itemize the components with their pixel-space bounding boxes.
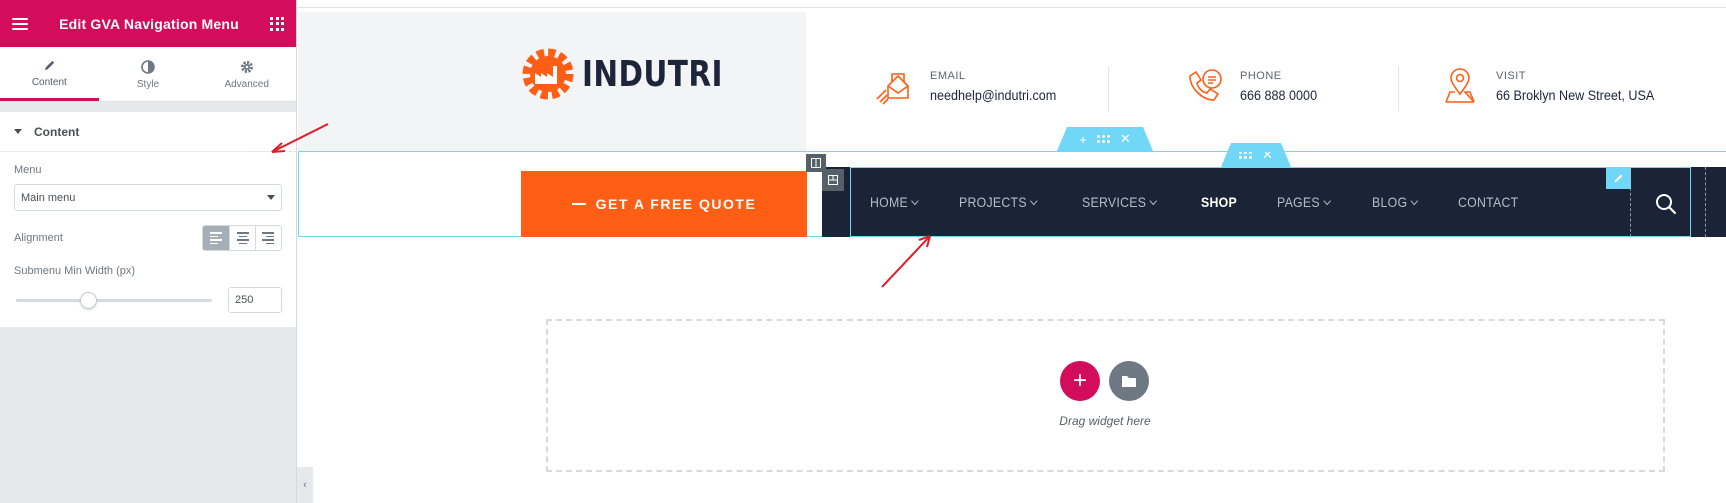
section-title: Content: [34, 124, 80, 139]
pencil-icon: [1614, 174, 1623, 182]
phone-label: PHONE: [1240, 69, 1282, 82]
tab-content-label: Content: [31, 77, 67, 88]
red-arrow-to-navbar: [881, 235, 931, 288]
nav-label: CONTACT: [1457, 194, 1519, 210]
info-divider: [1108, 66, 1109, 111]
panel-tabs: Content Style Advanced: [0, 47, 296, 102]
drop-area-hint: Drag widget here: [1059, 414, 1151, 428]
tab-style-label: Style: [136, 78, 160, 90]
drag-handle-icon[interactable]: [1097, 135, 1110, 143]
tab-style[interactable]: Style: [99, 47, 198, 101]
nav-label: HOME: [870, 194, 909, 210]
section-content-toggle[interactable]: Content: [0, 112, 296, 152]
dash-icon: [571, 203, 586, 205]
tab-advanced-label: Advanced: [224, 78, 269, 90]
search-icon[interactable]: [1655, 193, 1677, 215]
tab-content[interactable]: Content: [0, 47, 99, 101]
nav-item-blog[interactable]: BLOG: [1371, 194, 1418, 210]
submenu-width-input[interactable]: 250: [228, 287, 282, 313]
editor-panel: Edit GVA Navigation Menu Content Style A…: [0, 0, 297, 503]
panel-collapse-toggle[interactable]: ‹: [297, 467, 313, 503]
visit-label: VISIT: [1496, 69, 1527, 82]
email-value[interactable]: needhelp@indutri.com: [930, 87, 1056, 103]
nav-item-home[interactable]: HOME: [870, 194, 919, 210]
nav-label: SHOP: [1201, 194, 1238, 210]
alignment-label: Alignment: [14, 232, 63, 244]
menu-label: Menu: [14, 164, 42, 176]
panel-header: Edit GVA Navigation Menu: [0, 0, 296, 47]
chevron-down-icon: [1030, 196, 1038, 205]
nav-label: SERVICES: [1082, 194, 1147, 210]
add-section-button[interactable]: +: [1060, 361, 1100, 401]
column-handle[interactable]: [822, 169, 844, 191]
nav-label: PAGES: [1277, 194, 1320, 210]
panel-title: Edit GVA Navigation Menu: [59, 15, 239, 32]
envelope-icon: [876, 73, 909, 105]
submenu-width-label: Submenu Min Width (px): [14, 265, 136, 277]
info-email: EMAIL needhelp@indutri.com: [874, 66, 1070, 106]
nav-item-projects[interactable]: PROJECTS: [959, 194, 1038, 210]
nav-column-divider: [1705, 167, 1706, 237]
nav-item-shop[interactable]: SHOP: [1201, 194, 1237, 210]
phone-value[interactable]: 666 888 0000: [1240, 87, 1317, 103]
tab-advanced[interactable]: Advanced: [197, 47, 296, 101]
info-phone: PHONE 666 888 0000: [1184, 66, 1326, 106]
controls-group: Menu Main menu Alignment Submenu Min Wid…: [0, 152, 296, 327]
menu-icon[interactable]: [12, 17, 28, 30]
phone-chat-icon: [1189, 69, 1222, 101]
chevron-down-icon: [911, 196, 919, 205]
site-logo[interactable]: INDUTRI: [520, 46, 754, 102]
align-right-button[interactable]: [255, 226, 281, 250]
delete-section-icon[interactable]: ✕: [1120, 131, 1131, 147]
slider-handle[interactable]: [80, 291, 97, 309]
map-pin-icon: [1445, 68, 1475, 103]
add-template-button[interactable]: [1109, 361, 1149, 401]
caret-down-icon: [14, 129, 22, 134]
widgets-grid-icon[interactable]: [270, 16, 284, 31]
nav-item-services[interactable]: SERVICES: [1082, 194, 1158, 210]
nav-menu: HOME PROJECTS SERVICES SHOP PAGES BLOG C…: [870, 167, 1562, 237]
columns-icon: [811, 158, 821, 168]
menu-select[interactable]: Main menu: [14, 184, 282, 211]
widget-drop-area[interactable]: [546, 319, 1665, 472]
section-handle[interactable]: + ✕: [1057, 127, 1153, 151]
submenu-width-control: 250: [14, 287, 282, 313]
visit-value: 66 Broklyn New Street, USA: [1496, 86, 1655, 103]
logo-wordmark: INDUTRI: [582, 53, 723, 95]
alignment-control: Alignment: [14, 225, 282, 251]
menu-select-value: Main menu: [21, 191, 76, 204]
email-label: EMAIL: [930, 69, 966, 82]
factory-gear-icon: [522, 48, 574, 100]
dropdown-arrow-icon: [267, 195, 275, 200]
canvas-top-border: [298, 7, 1726, 8]
edit-widget-handle[interactable]: [1606, 167, 1631, 189]
nav-item-contact[interactable]: CONTACT: [1458, 194, 1518, 210]
nav-label: BLOG: [1371, 194, 1408, 210]
nav-item-pages[interactable]: PAGES: [1277, 194, 1331, 210]
get-quote-button[interactable]: GET A FREE QUOTE: [521, 171, 807, 237]
info-visit: VISIT 66 Broklyn New Street, USA: [1440, 66, 1672, 106]
alignment-button-group: [202, 225, 282, 251]
chevron-down-icon: [1410, 196, 1418, 205]
pencil-icon: [41, 57, 57, 73]
columns-icon: [828, 175, 838, 185]
info-divider: [1398, 66, 1399, 111]
chevron-down-icon: [1149, 196, 1158, 205]
align-center-button[interactable]: [229, 226, 255, 250]
submenu-width-slider[interactable]: [16, 291, 212, 309]
add-section-icon[interactable]: +: [1079, 132, 1087, 147]
nav-label: PROJECTS: [959, 194, 1028, 210]
align-left-button[interactable]: [203, 226, 229, 250]
gear-icon: [239, 59, 255, 75]
get-quote-label: GET A FREE QUOTE: [595, 196, 757, 212]
half-circle-icon: [140, 59, 156, 75]
folder-icon: [1122, 376, 1136, 387]
chevron-down-icon: [1323, 196, 1331, 205]
